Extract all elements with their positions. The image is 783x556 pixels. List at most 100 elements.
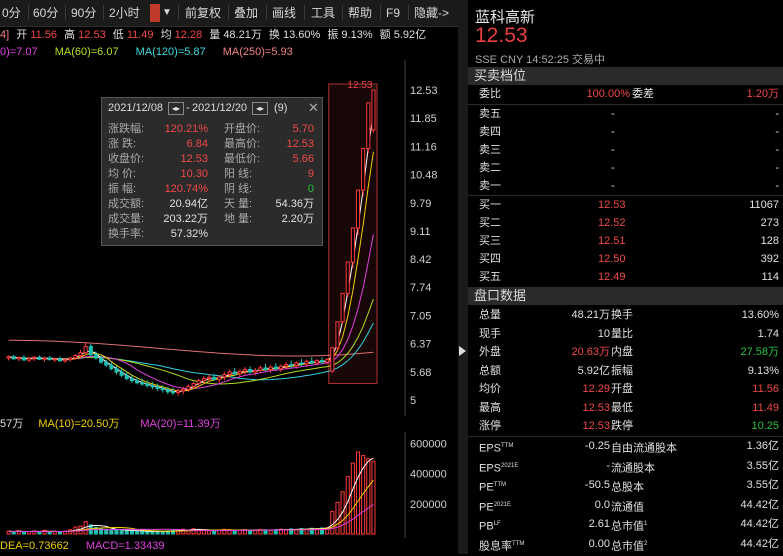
volume-bar[interactable] — [264, 530, 267, 534]
candlestick[interactable] — [336, 322, 339, 351]
candlestick[interactable] — [372, 90, 375, 133]
period-button-90min[interactable]: 90分 — [71, 4, 96, 22]
candlestick[interactable] — [197, 379, 200, 386]
candlestick[interactable] — [279, 365, 282, 372]
volume-bar[interactable] — [372, 461, 375, 534]
stock-price: 12.53 — [475, 24, 528, 48]
period-button-60min[interactable]: 60分 — [33, 4, 58, 22]
volume-bar-chart[interactable]: 600000400000200000 — [0, 432, 458, 538]
candlestick[interactable] — [238, 370, 241, 377]
fundamental-label-text: 总股本 — [611, 482, 644, 494]
volume-bar[interactable] — [125, 531, 128, 534]
vol-ma10-line — [9, 480, 374, 531]
volume-bar[interactable] — [115, 530, 118, 534]
vol-ma5-line — [9, 458, 374, 531]
volume-bar[interactable] — [105, 529, 108, 534]
buy-level-row: 买一12.5311067 — [468, 196, 783, 215]
volume-bar[interactable] — [356, 452, 359, 534]
volume-bar[interactable] — [331, 511, 334, 534]
candlestick[interactable] — [89, 344, 92, 357]
tooltip-value: 9 — [308, 167, 314, 182]
candlestick[interactable] — [362, 148, 365, 196]
tools-button[interactable]: 工具 — [311, 4, 335, 22]
tooltip-value: 5.70 — [293, 122, 314, 137]
volume-bar[interactable] — [202, 530, 205, 534]
vol-ma10-legend: MA(10)=20.50万 — [38, 418, 119, 430]
candlestick[interactable] — [249, 366, 252, 373]
candlestick[interactable] — [341, 293, 344, 323]
draw-button[interactable]: 画线 — [272, 4, 296, 22]
fundamental-label: 总股本 — [611, 476, 644, 498]
volume-bar[interactable] — [207, 531, 210, 534]
buy-level-row: 买五12.49114 — [468, 268, 783, 287]
volume-bar[interactable] — [146, 532, 149, 534]
volume-bar[interactable] — [130, 531, 133, 534]
hide-panel-button[interactable]: 隐藏-> — [414, 4, 449, 22]
volume-bar[interactable] — [346, 477, 349, 534]
volume-bar[interactable] — [233, 531, 236, 534]
volume-bar[interactable] — [136, 532, 139, 534]
period-button-2h[interactable]: 2小时 — [109, 4, 140, 22]
adjust-button[interactable]: 前复权 — [185, 4, 221, 22]
candlestick[interactable] — [269, 365, 272, 372]
tooltip-close-icon[interactable]: ✕ — [308, 98, 319, 118]
candlestick[interactable] — [84, 342, 87, 355]
panel-divider[interactable] — [458, 0, 468, 554]
candlestick[interactable] — [48, 356, 51, 361]
help-button[interactable]: 帮助 — [348, 4, 372, 22]
candlestick[interactable] — [43, 357, 46, 362]
volume-bar[interactable] — [269, 530, 272, 534]
tooltip-value: 20.94亿 — [169, 197, 208, 212]
candlestick[interactable] — [171, 388, 174, 395]
volume-bar[interactable] — [38, 532, 41, 534]
candlestick[interactable] — [17, 356, 20, 361]
candlestick[interactable] — [177, 388, 180, 395]
expand-arrow-icon[interactable] — [459, 346, 466, 356]
quote-value: 1.74 — [758, 325, 779, 344]
period-button-min[interactable]: 0分 — [2, 4, 21, 22]
tooltip-label: 最高价: — [224, 137, 260, 152]
candlestick[interactable] — [120, 369, 123, 378]
volume-bar[interactable] — [213, 531, 216, 534]
candlestick[interactable] — [22, 355, 25, 360]
candlestick[interactable] — [58, 356, 61, 361]
volume-bar[interactable] — [161, 532, 164, 534]
volume-bar[interactable] — [43, 530, 46, 534]
sell-level-row: 卖三-- — [468, 141, 783, 160]
candlestick[interactable] — [346, 262, 349, 297]
candlestick[interactable] — [351, 228, 354, 268]
candlestick[interactable] — [259, 365, 262, 372]
candlestick[interactable] — [33, 356, 36, 361]
range-start-stepper-icon[interactable]: ◂▸ — [168, 102, 184, 115]
range-end-stepper-icon[interactable]: ◂▸ — [252, 102, 268, 115]
quote-value: 11.56 — [752, 380, 779, 399]
volume-bar[interactable] — [249, 531, 252, 534]
candlestick[interactable] — [7, 356, 10, 361]
candlestick[interactable] — [223, 372, 226, 380]
volume-bar[interactable] — [12, 532, 15, 534]
orderbook-header[interactable]: 买卖档位 — [468, 67, 783, 85]
volume-bar[interactable] — [48, 532, 51, 534]
ma60-legend: MA(60)=6.07 — [55, 46, 119, 58]
f9-button[interactable]: F9 — [386, 4, 400, 22]
candlestick[interactable] — [38, 356, 41, 361]
candlestick[interactable] — [367, 103, 370, 153]
overlay-button[interactable]: 叠加 — [234, 4, 258, 22]
volume-bar[interactable] — [58, 532, 61, 534]
volume-bar[interactable] — [22, 532, 25, 534]
candlestick[interactable] — [115, 365, 118, 374]
volume-bar[interactable] — [367, 459, 370, 534]
candlestick[interactable] — [331, 348, 334, 373]
candlestick[interactable] — [110, 362, 113, 370]
candlestick[interactable] — [28, 357, 31, 362]
period-dropdown-icon[interactable]: ▼ — [162, 4, 172, 22]
candlestick[interactable] — [321, 357, 324, 364]
volume-bar[interactable] — [351, 463, 354, 534]
candlestick[interactable] — [218, 375, 221, 382]
candlestick[interactable] — [151, 382, 154, 389]
volume-bar[interactable] — [110, 530, 113, 534]
candlestick[interactable] — [12, 355, 15, 360]
candlestick[interactable] — [243, 367, 246, 374]
quote-data-header[interactable]: 盘口数据 — [468, 287, 783, 305]
candlestick[interactable] — [69, 357, 72, 362]
